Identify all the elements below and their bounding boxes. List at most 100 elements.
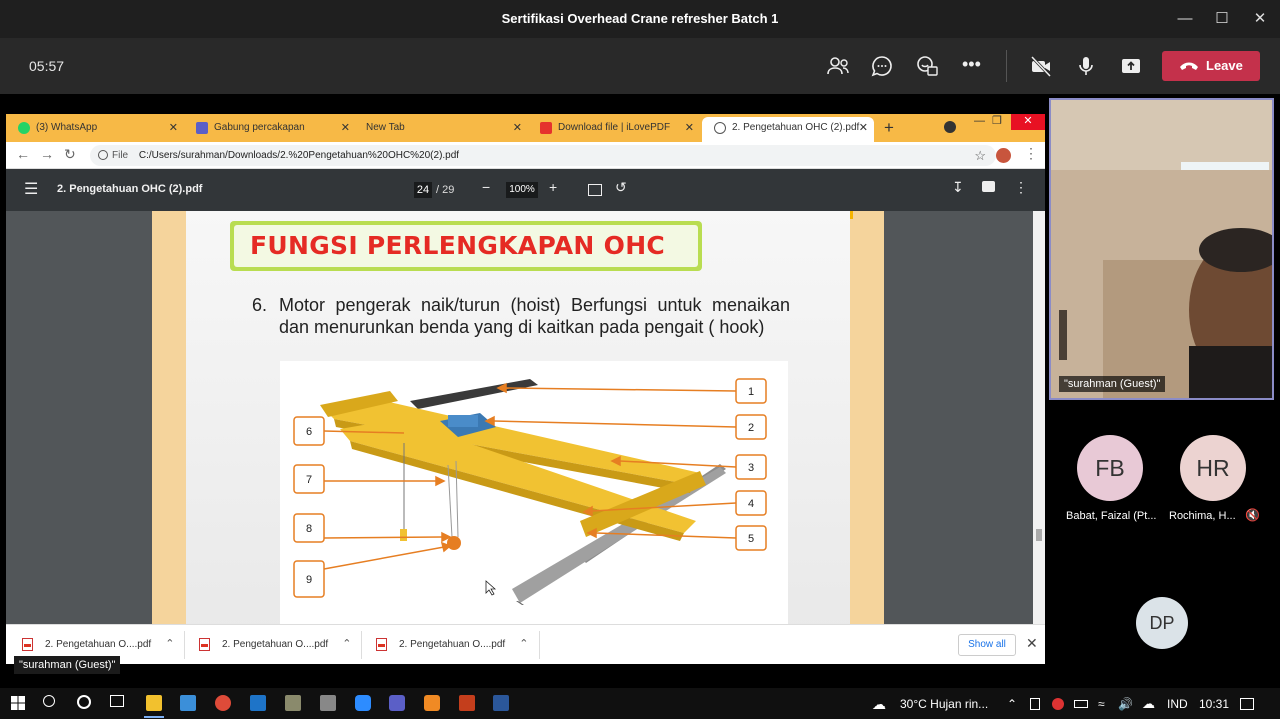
windows-start-icon[interactable] <box>10 695 26 711</box>
callout-2: 2 <box>748 422 754 434</box>
clock[interactable]: 10:31 <box>1199 697 1229 711</box>
task-view-icon[interactable] <box>110 695 124 707</box>
tab-close-icon[interactable]: ✕ <box>341 117 350 139</box>
minimize-icon[interactable]: — <box>1170 8 1200 30</box>
address-bar[interactable]: File C:/Users/surahman/Downloads/2.%20Pe… <box>90 145 996 166</box>
page-number-input[interactable]: 24 <box>414 182 432 198</box>
tray-app-icon[interactable] <box>1030 698 1040 710</box>
weather-icon[interactable]: ☁ <box>872 696 886 713</box>
tab-whatsapp[interactable]: (3) WhatsApp ✕ <box>6 117 184 142</box>
avatar[interactable]: FB <box>1077 435 1143 501</box>
onedrive-icon[interactable]: ☁ <box>1142 696 1155 712</box>
zoom-in-icon[interactable]: + <box>549 179 557 195</box>
tab-close-icon[interactable]: ✕ <box>513 117 522 139</box>
battery-icon[interactable] <box>1074 700 1088 708</box>
tab-new-tab[interactable]: New Tab ✕ <box>356 117 528 142</box>
file-explorer-icon[interactable] <box>146 695 162 711</box>
tray-app-icon[interactable] <box>1052 698 1064 710</box>
active-app-indicator <box>144 716 164 718</box>
tray-chevron-icon[interactable]: ⌃ <box>1007 697 1017 711</box>
browser-menu-icon[interactable]: ⋮ <box>1024 145 1038 162</box>
print-icon[interactable] <box>982 181 995 192</box>
callout-8: 8 <box>306 523 312 535</box>
avatar[interactable]: DP <box>1136 597 1188 649</box>
download-label: 2. Pengetahuan O....pdf <box>222 639 329 650</box>
word-icon[interactable] <box>493 695 509 711</box>
search-icon[interactable] <box>43 695 55 707</box>
slide-title-box: FUNGSI PERLENGKAPAN OHC <box>230 221 702 271</box>
camera-off-icon[interactable] <box>1028 53 1054 79</box>
download-item[interactable]: 2. Pengetahuan O....pdf ⌃ <box>199 637 351 651</box>
tab-pdf-active[interactable]: 2. Pengetahuan OHC (2).pdf ✕ <box>702 117 874 142</box>
participant-name: Babat, Faizal (Pt... <box>1066 510 1157 522</box>
weather-text[interactable]: 30°C Hujan rin... <box>900 697 988 711</box>
microphone-icon[interactable] <box>1073 53 1099 79</box>
close-icon[interactable]: ✕ <box>1245 8 1275 30</box>
bookmark-star-icon[interactable]: ☆ <box>974 145 986 166</box>
people-icon[interactable] <box>825 53 851 79</box>
tab-close-icon[interactable]: ✕ <box>859 117 868 139</box>
tab-ilovepdf[interactable]: Download file | iLovePDF ✕ <box>528 117 700 142</box>
callout-4: 4 <box>748 498 754 510</box>
show-all-button[interactable]: Show all <box>958 634 1016 656</box>
tab-label: Download file | iLovePDF <box>558 122 671 133</box>
tab-gabung-percakapan[interactable]: Gabung percakapan ✕ <box>184 117 356 142</box>
download-item[interactable]: 2. Pengetahuan O....pdf ⌃ <box>376 637 528 651</box>
callout-6: 6 <box>306 426 312 438</box>
teams-icon <box>196 122 208 134</box>
shared-screen: (3) WhatsApp ✕ Gabung percakapan ✕ New T… <box>0 94 1048 686</box>
leave-button[interactable]: Leave <box>1162 51 1260 81</box>
wifi-icon[interactable]: ≈ <box>1098 697 1105 711</box>
mail-icon[interactable] <box>250 695 266 711</box>
new-tab-icon[interactable]: + <box>884 118 894 138</box>
chevron-up-icon[interactable]: ⌃ <box>165 638 174 650</box>
back-icon[interactable]: ← <box>16 146 30 162</box>
scrollbar-thumb[interactable] <box>1036 529 1042 541</box>
mouse-cursor-icon <box>485 580 497 596</box>
browser-restore-icon[interactable]: ❐ <box>992 114 1002 127</box>
language-indicator[interactable]: IND <box>1167 697 1188 711</box>
app-icon[interactable] <box>424 695 440 711</box>
reactions-icon[interactable] <box>914 53 940 79</box>
downloads-close-icon[interactable]: ✕ <box>1026 635 1038 652</box>
zoom-icon[interactable] <box>355 695 371 711</box>
avatar[interactable]: HR <box>1180 435 1246 501</box>
teams-taskbar-icon[interactable] <box>389 695 405 711</box>
callout-5: 5 <box>748 533 754 545</box>
profile-avatar[interactable] <box>996 148 1011 163</box>
browser-minimize-icon[interactable]: — <box>974 115 985 127</box>
rotate-icon[interactable]: ↺ <box>615 179 627 196</box>
address-scheme: File <box>112 150 129 161</box>
forward-icon[interactable]: → <box>40 146 54 162</box>
chrome-icon[interactable] <box>215 695 231 711</box>
participant-video[interactable]: "surahman (Guest)" <box>1049 98 1274 400</box>
reload-icon[interactable]: ↻ <box>64 146 76 163</box>
maximize-icon[interactable]: ☐ <box>1207 8 1237 30</box>
fit-page-icon[interactable] <box>588 184 602 196</box>
download-icon[interactable]: ↧ <box>952 179 964 196</box>
chat-icon[interactable] <box>869 53 895 79</box>
app-icon[interactable] <box>285 695 301 711</box>
cortana-icon[interactable] <box>77 695 91 709</box>
zoom-level[interactable]: 100% <box>506 182 538 198</box>
tab-close-icon[interactable]: ✕ <box>685 117 694 139</box>
zoom-out-icon[interactable]: − <box>482 179 490 195</box>
crane-diagram: 1 2 3 4 5 6 7 8 9 <box>280 361 788 664</box>
volume-icon[interactable]: 🔊 <box>1118 697 1133 711</box>
chevron-up-icon[interactable]: ⌃ <box>342 638 351 650</box>
more-options-icon[interactable]: ••• <box>962 53 988 79</box>
pdf-scrollbar[interactable] <box>1033 211 1045 664</box>
notifications-icon[interactable] <box>1240 698 1254 710</box>
pdf-more-icon[interactable]: ⋮ <box>1014 179 1028 196</box>
chevron-up-icon[interactable]: ⌃ <box>519 638 528 650</box>
tab-close-icon[interactable]: ✕ <box>169 117 178 139</box>
powerpoint-icon[interactable] <box>459 695 475 711</box>
download-item[interactable]: 2. Pengetahuan O....pdf ⌃ <box>22 637 174 651</box>
app-icon[interactable] <box>320 695 336 711</box>
store-icon[interactable] <box>180 695 196 711</box>
window-titlebar: Sertifikasi Overhead Crane refresher Bat… <box>0 0 1280 38</box>
tab-search-icon[interactable] <box>944 121 956 133</box>
share-screen-icon[interactable] <box>1118 53 1144 79</box>
browser-close-icon[interactable]: ✕ <box>1011 114 1045 130</box>
pdf-menu-icon[interactable]: ☰ <box>24 179 38 199</box>
